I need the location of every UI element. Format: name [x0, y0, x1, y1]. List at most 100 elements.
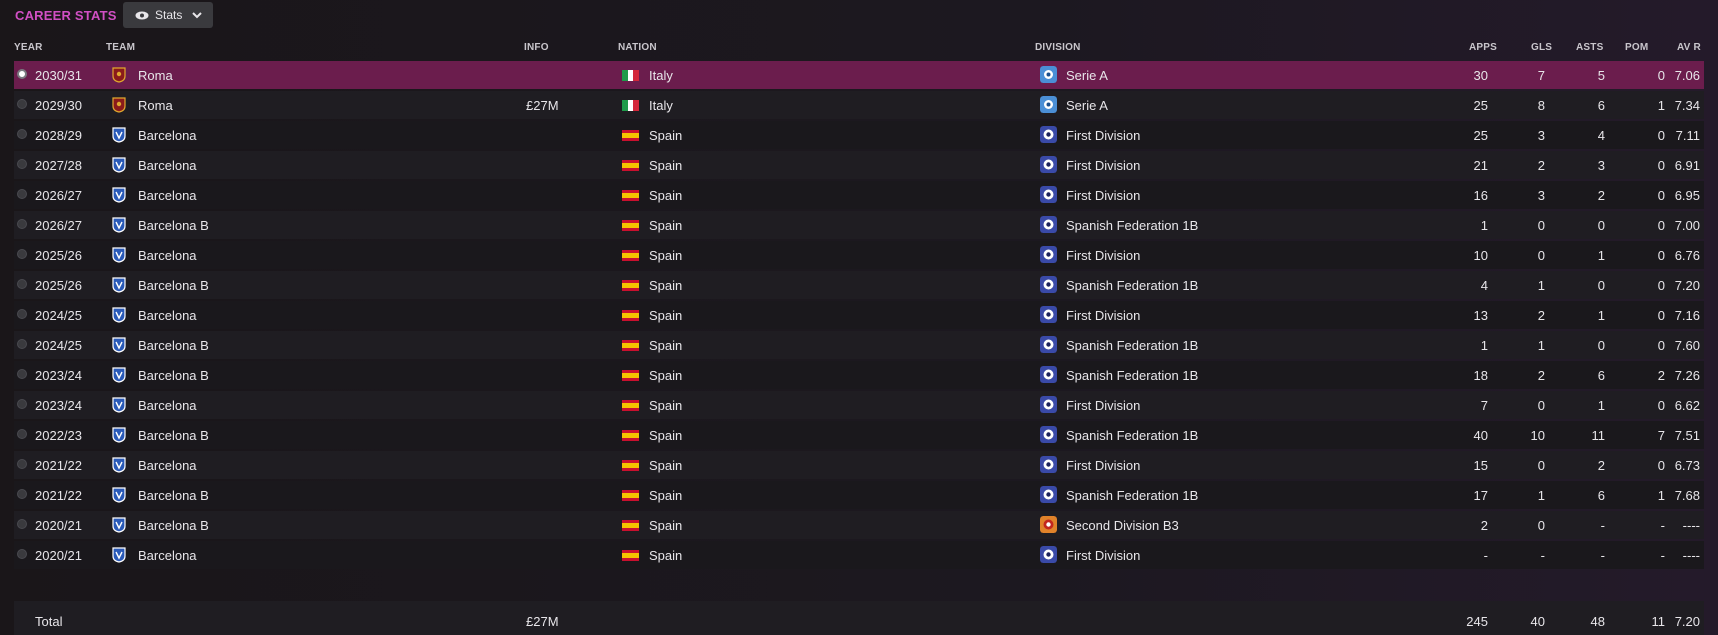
table-row[interactable]: 2023/24 Barcelona Spain First Division 7 0 1 0 6…: [14, 391, 1704, 419]
row-division-link[interactable]: Serie A: [1066, 68, 1108, 83]
table-header: YEAR TEAM INFO NATION DIVISION APPS GLS …: [0, 37, 1718, 55]
table-row[interactable]: 2029/30 Roma £27M Italy Serie A 25 8 6 1 7.34: [14, 91, 1704, 119]
table-row[interactable]: 2023/24 Barcelona B Spain Spanish Federatio…: [14, 361, 1704, 389]
row-select-radio[interactable]: [17, 129, 27, 139]
row-nation-link[interactable]: Spain: [649, 248, 682, 263]
row-team-link[interactable]: Roma: [138, 68, 173, 83]
table-row[interactable]: 2020/21 Barcelona B Spain Second Division B…: [14, 511, 1704, 539]
row-nation-link[interactable]: Spain: [649, 128, 682, 143]
column-header-asts[interactable]: ASTS: [1576, 42, 1603, 53]
row-select-radio[interactable]: [17, 399, 27, 409]
table-row[interactable]: 2027/28 Barcelona Spain First Division 21 2 3 0…: [14, 151, 1704, 179]
row-nation-link[interactable]: Italy: [649, 98, 673, 113]
row-nation-link[interactable]: Spain: [649, 398, 682, 413]
row-team-link[interactable]: Barcelona: [138, 188, 197, 203]
eye-icon: [135, 11, 149, 19]
table-row[interactable]: 2024/25 Barcelona B Spain Spanish Federatio…: [14, 331, 1704, 359]
row-division-link[interactable]: Second Division B3: [1066, 518, 1179, 533]
row-division-link[interactable]: First Division: [1066, 398, 1140, 413]
row-select-radio[interactable]: [17, 369, 27, 379]
row-team-link[interactable]: Barcelona: [138, 548, 197, 563]
row-division-link[interactable]: Spanish Federation 1B: [1066, 428, 1198, 443]
row-team-link[interactable]: Barcelona B: [138, 338, 209, 353]
column-header-avr[interactable]: AV R: [1677, 42, 1701, 53]
row-team-link[interactable]: Barcelona B: [138, 488, 209, 503]
column-header-info[interactable]: INFO: [524, 42, 549, 53]
row-team-link[interactable]: Barcelona: [138, 398, 197, 413]
row-nation-link[interactable]: Spain: [649, 518, 682, 533]
row-select-radio[interactable]: [17, 189, 27, 199]
row-division-link[interactable]: First Division: [1066, 548, 1140, 563]
row-division-link[interactable]: Spanish Federation 1B: [1066, 488, 1198, 503]
row-division-link[interactable]: Spanish Federation 1B: [1066, 338, 1198, 353]
table-row[interactable]: 2021/22 Barcelona B Spain Spanish Federatio…: [14, 481, 1704, 509]
row-division-link[interactable]: Spanish Federation 1B: [1066, 368, 1198, 383]
table-row[interactable]: 2026/27 Barcelona Spain First Division 16 3 2 0…: [14, 181, 1704, 209]
row-select-radio[interactable]: [17, 549, 27, 559]
row-select-radio[interactable]: [17, 159, 27, 169]
row-nation-link[interactable]: Spain: [649, 458, 682, 473]
row-division-link[interactable]: First Division: [1066, 248, 1140, 263]
row-division-link[interactable]: Spanish Federation 1B: [1066, 218, 1198, 233]
row-nation-link[interactable]: Spain: [649, 308, 682, 323]
row-select-radio[interactable]: [17, 219, 27, 229]
table-row[interactable]: 2026/27 Barcelona B Spain Spanish Federatio…: [14, 211, 1704, 239]
table-row[interactable]: 2025/26 Barcelona Spain First Division 10 0 1 0…: [14, 241, 1704, 269]
column-header-team[interactable]: TEAM: [106, 42, 135, 53]
row-team-link[interactable]: Barcelona B: [138, 518, 209, 533]
row-division-link[interactable]: First Division: [1066, 188, 1140, 203]
row-nation-link[interactable]: Spain: [649, 428, 682, 443]
row-nation-link[interactable]: Italy: [649, 68, 673, 83]
row-select-radio[interactable]: [17, 459, 27, 469]
row-nation-link[interactable]: Spain: [649, 548, 682, 563]
row-division-link[interactable]: First Division: [1066, 128, 1140, 143]
row-nation-link[interactable]: Spain: [649, 488, 682, 503]
row-team-link[interactable]: Barcelona: [138, 308, 197, 323]
row-select-radio[interactable]: [17, 249, 27, 259]
table-row[interactable]: 2021/22 Barcelona Spain First Division 15 0 2 0…: [14, 451, 1704, 479]
row-division-link[interactable]: Spanish Federation 1B: [1066, 278, 1198, 293]
row-select-radio[interactable]: [17, 69, 27, 79]
table-row[interactable]: 2022/23 Barcelona B Spain Spanish Federatio…: [14, 421, 1704, 449]
row-select-radio[interactable]: [17, 279, 27, 289]
column-header-apps[interactable]: APPS: [1469, 42, 1497, 53]
barcelona-crest-icon: [112, 277, 126, 293]
column-header-gls[interactable]: GLS: [1531, 42, 1552, 53]
row-select-radio[interactable]: [17, 429, 27, 439]
table-row[interactable]: 2025/26 Barcelona B Spain Spanish Federatio…: [14, 271, 1704, 299]
row-team-link[interactable]: Barcelona B: [138, 428, 209, 443]
column-header-nation[interactable]: NATION: [618, 42, 657, 53]
row-nation-link[interactable]: Spain: [649, 158, 682, 173]
row-team-link[interactable]: Barcelona: [138, 158, 197, 173]
table-row[interactable]: 2030/31 Roma Italy Serie A 30 7 5 0 7.06: [14, 61, 1704, 89]
row-division-link[interactable]: First Division: [1066, 158, 1140, 173]
row-select-radio[interactable]: [17, 309, 27, 319]
row-nation-link[interactable]: Spain: [649, 278, 682, 293]
row-nation-link[interactable]: Spain: [649, 338, 682, 353]
table-row[interactable]: 2024/25 Barcelona Spain First Division 13 2 1 0…: [14, 301, 1704, 329]
table-row[interactable]: 2028/29 Barcelona Spain First Division 25 3 4 0…: [14, 121, 1704, 149]
row-nation-link[interactable]: Spain: [649, 218, 682, 233]
row-nation-link[interactable]: Spain: [649, 368, 682, 383]
row-team-link[interactable]: Barcelona: [138, 128, 197, 143]
row-division-link[interactable]: Serie A: [1066, 98, 1108, 113]
view-select-button[interactable]: Stats: [123, 2, 213, 28]
total-label: Total: [35, 614, 63, 629]
row-team-link[interactable]: Roma: [138, 98, 173, 113]
row-team-link[interactable]: Barcelona B: [138, 278, 209, 293]
column-header-division[interactable]: DIVISION: [1035, 42, 1081, 53]
row-nation-link[interactable]: Spain: [649, 188, 682, 203]
row-select-radio[interactable]: [17, 99, 27, 109]
row-select-radio[interactable]: [17, 519, 27, 529]
row-team-link[interactable]: Barcelona B: [138, 218, 209, 233]
row-team-link[interactable]: Barcelona: [138, 458, 197, 473]
row-select-radio[interactable]: [17, 489, 27, 499]
column-header-year[interactable]: YEAR: [14, 42, 43, 53]
table-row[interactable]: 2020/21 Barcelona Spain First Division - - - - -…: [14, 541, 1704, 569]
row-division-link[interactable]: First Division: [1066, 458, 1140, 473]
row-team-link[interactable]: Barcelona: [138, 248, 197, 263]
row-team-link[interactable]: Barcelona B: [138, 368, 209, 383]
column-header-pom[interactable]: POM: [1625, 42, 1648, 53]
row-select-radio[interactable]: [17, 339, 27, 349]
row-division-link[interactable]: First Division: [1066, 308, 1140, 323]
